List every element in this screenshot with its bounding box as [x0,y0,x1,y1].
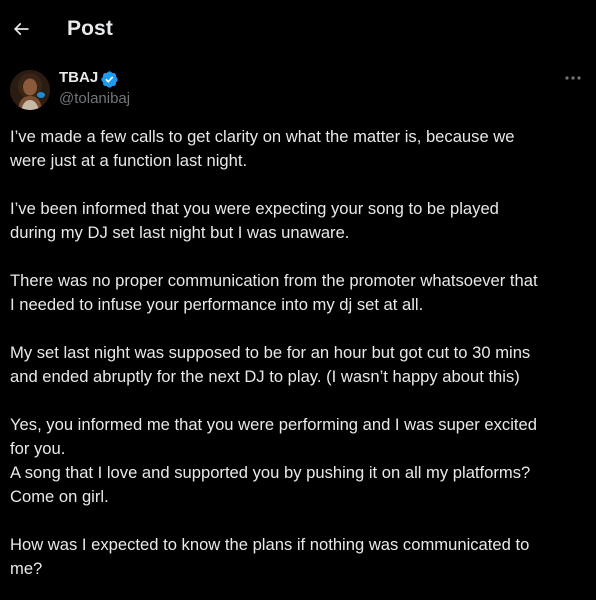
post-paragraph: I’ve made a few calls to get clarity on … [10,127,515,170]
arrow-left-icon [13,22,29,36]
author-handle[interactable]: @tolanibaj [59,90,130,107]
avatar[interactable] [10,70,50,110]
post-paragraph: I’ve been informed that you were expecti… [10,199,499,242]
back-button[interactable] [6,14,36,44]
post-paragraph: Yes, you informed me that you were perfo… [10,415,537,506]
post-text: I’ve made a few calls to get clarity on … [10,125,586,581]
page-title: Post [67,17,113,40]
more-options-button[interactable] [562,69,584,87]
top-bar: Post [0,0,596,58]
post-paragraph: There was no proper communication from t… [10,271,538,314]
avatar-image [10,70,50,110]
verified-badge-icon [101,71,118,88]
post-paragraph: How was I expected to know the plans if … [10,535,530,578]
more-options-icon [565,76,581,80]
author-name[interactable]: TBAJ [59,69,98,86]
post-paragraph: My set last night was supposed to be for… [10,343,531,386]
